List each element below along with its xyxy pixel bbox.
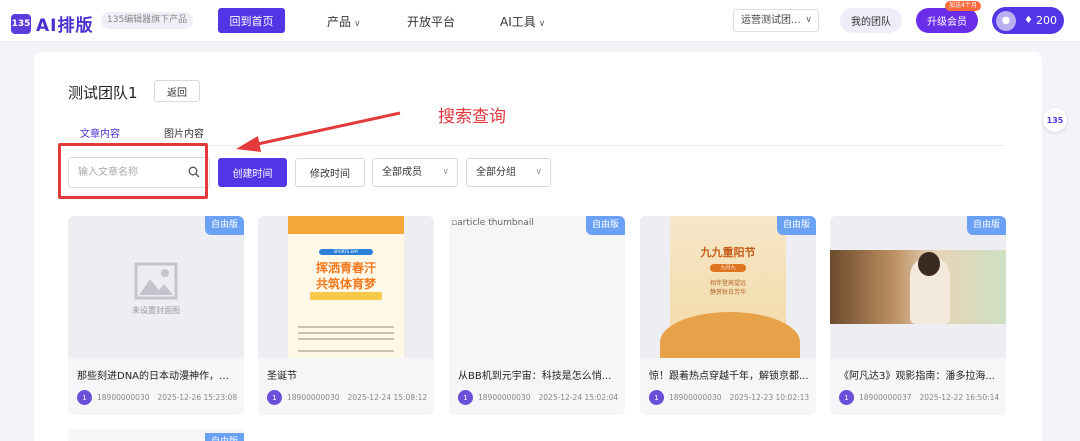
article-thumbnail: ▫article thumbnail 自由版 <box>449 216 625 358</box>
poster-band <box>288 216 404 234</box>
article-thumbnail: 未设置封面图 自由版 <box>68 216 244 358</box>
poster-sub-1: 相伴登高望远 <box>709 280 746 287</box>
author-avatar: 1 <box>649 390 664 405</box>
sports-poster-image: SPORTS DAY 挥洒青春汗 共筑体育梦 <box>288 216 404 358</box>
article-date: 2025-12-23 10:02:13 <box>729 393 810 402</box>
author-name: 18900000030 <box>669 393 722 402</box>
article-date: 2025-12-24 15:08:12 <box>347 393 428 402</box>
sort-modified-time-button[interactable]: 修改时间 <box>295 158 365 187</box>
festival-poster-image: 九九重阳节 九月九 相伴登高望远 静赏秋日芳华 <box>660 216 800 358</box>
article-meta: 1 18900000030 2025-12-26 15:23:08 <box>77 390 237 405</box>
article-title: 惊！跟着热点穿越千年，解锁京都... <box>649 371 809 382</box>
article-card[interactable]: 未设置封面图 自由版 那些刻进DNA的日本动漫神作，资... 1 1890000… <box>68 216 244 415</box>
poster-subtitle <box>310 292 382 300</box>
article-title: 《阿凡达3》观影指南：潘多拉海... <box>839 371 995 382</box>
members-filter-select[interactable]: 全部成员 ∨ <box>372 158 458 187</box>
edition-badge: 自由版 <box>966 216 1006 235</box>
article-meta: 1 18900000037 2025-12-22 16:50:14 <box>839 390 999 405</box>
article-card[interactable]: 九九重阳节 九月九 相伴登高望远 静赏秋日芳华 自由版 惊！跟着热点穿越千年，解… <box>640 216 816 415</box>
author-avatar: 1 <box>77 390 92 405</box>
article-date: 2025-12-22 16:50:14 <box>919 393 1000 402</box>
article-meta: 1 18900000030 2025-12-24 15:02:04 <box>458 390 618 405</box>
author-name: 18900000037 <box>859 393 912 402</box>
poster-tag-text: SPORTS DAY <box>333 249 359 254</box>
edition-badge: 自由版 <box>204 216 244 235</box>
annotation-highlight-box <box>58 143 208 199</box>
photo-head <box>918 252 940 276</box>
members-filter-value: 全部成员 <box>382 167 422 178</box>
broken-image-alt: article thumbnail <box>457 218 534 228</box>
article-card[interactable]: 自由版 <box>68 429 244 441</box>
poster-sub-2: 静赏秋日芳华 <box>709 289 746 296</box>
edition-badge: 自由版 <box>204 433 244 441</box>
author-name: 18900000030 <box>478 393 531 402</box>
poster-text-line <box>298 338 394 340</box>
article-thumbnail: 九九重阳节 九月九 相伴登高望远 静赏秋日芳华 自由版 <box>640 216 816 358</box>
author-name: 18900000030 <box>97 393 150 402</box>
article-card[interactable]: 自由版 《阿凡达3》观影指南：潘多拉海... 1 18900000037 202… <box>830 216 1006 415</box>
poster-text-line <box>298 350 394 352</box>
article-meta: 1 18900000030 2025-12-23 10:02:13 <box>649 390 809 405</box>
article-thumbnail: 自由版 <box>830 216 1006 358</box>
sort-created-time-button[interactable]: 创建时间 <box>218 158 287 187</box>
author-name: 18900000030 <box>287 393 340 402</box>
article-thumbnail: SPORTS DAY 挥洒青春汗 共筑体育梦 <box>258 216 434 358</box>
article-card[interactable]: SPORTS DAY 挥洒青春汗 共筑体育梦 圣诞节 1 18900000030… <box>258 216 434 415</box>
poster-hill <box>660 312 800 358</box>
article-title: 从BB机到元宇宙：科技是怎么悄... <box>458 371 612 382</box>
article-date: 2025-12-24 15:02:04 <box>538 393 619 402</box>
groups-filter-select[interactable]: 全部分组 ∨ <box>466 158 551 187</box>
article-date: 2025-12-26 15:23:08 <box>157 393 238 402</box>
article-title: 那些刻进DNA的日本动漫神作，资... <box>77 371 237 382</box>
author-avatar: 1 <box>839 390 854 405</box>
author-avatar: 1 <box>267 390 282 405</box>
poster-headline-2: 共筑体育梦 <box>315 277 376 291</box>
article-title: 圣诞节 <box>267 371 297 382</box>
edition-badge: 自由版 <box>776 216 816 235</box>
article-meta: 1 18900000030 2025-12-24 15:08:12 <box>267 390 427 405</box>
article-card[interactable]: ▫article thumbnail 自由版 从BB机到元宇宙：科技是怎么悄..… <box>449 216 625 415</box>
author-avatar: 1 <box>458 390 473 405</box>
image-placeholder-icon <box>134 262 178 300</box>
poster-text-line <box>298 332 394 334</box>
groups-filter-value: 全部分组 <box>476 167 516 178</box>
poster-title: 九九重阳节 <box>700 246 756 259</box>
reading-photo-image <box>830 250 1006 324</box>
chevron-down-icon: ∨ <box>535 167 542 177</box>
no-cover-label: 未设置封面图 <box>132 306 180 315</box>
edition-badge: 自由版 <box>585 216 625 235</box>
chevron-down-icon: ∨ <box>442 167 449 177</box>
poster-text-line <box>298 326 394 328</box>
poster-pill-text: 九月九 <box>720 265 736 271</box>
broken-image-icon: ▫article thumbnail <box>451 218 534 228</box>
poster-headline-1: 挥洒青春汗 <box>315 261 376 275</box>
